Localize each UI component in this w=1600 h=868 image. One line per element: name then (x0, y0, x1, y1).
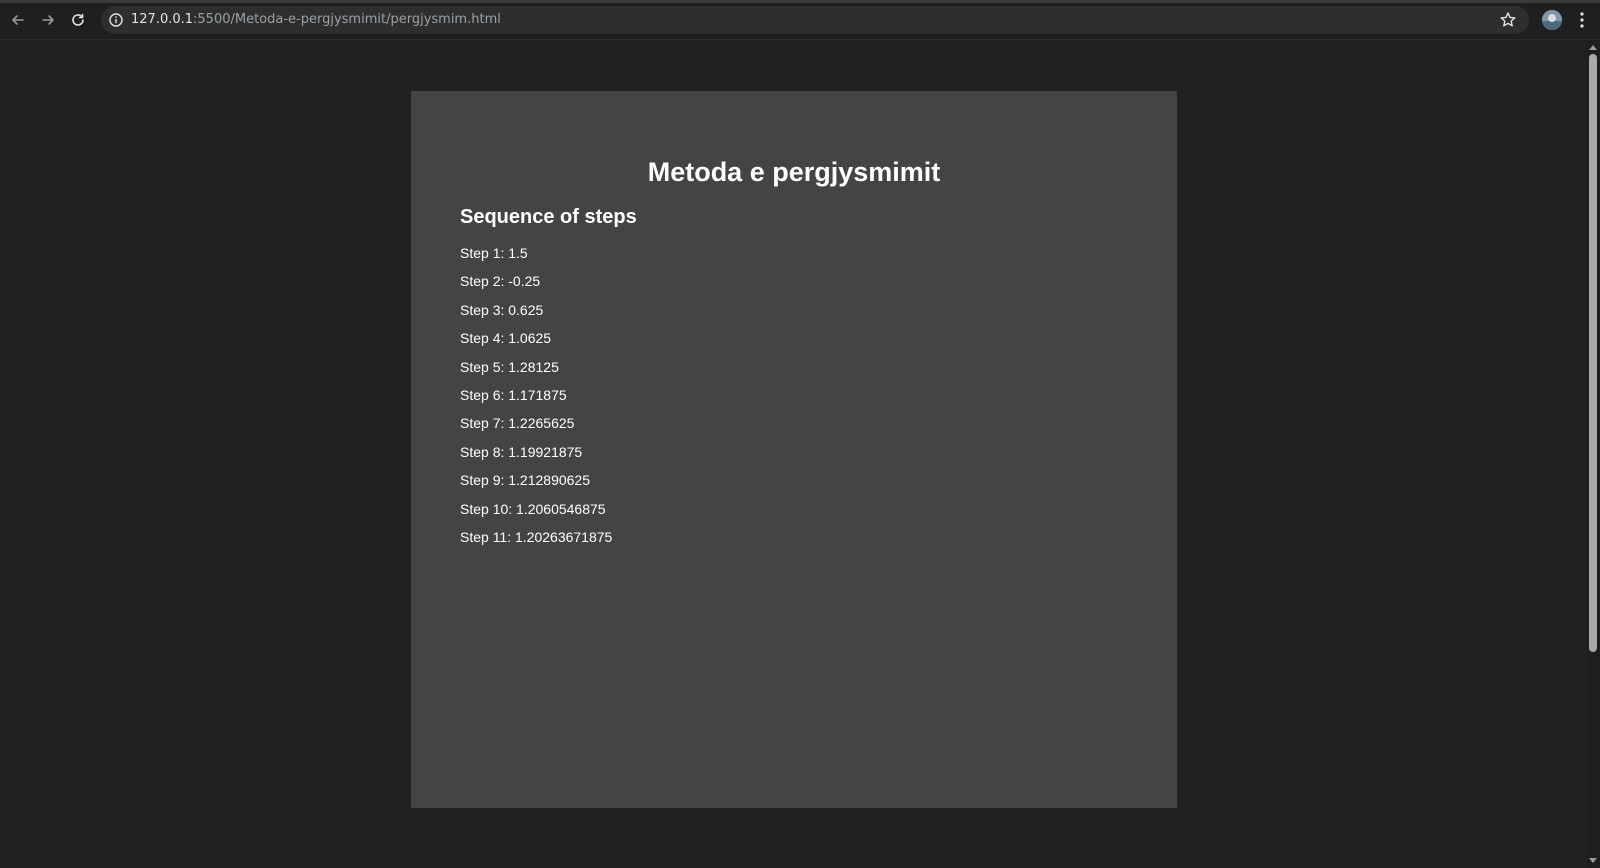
scroll-down-arrow-icon[interactable] (1589, 858, 1597, 863)
step-item: Step 2: -0.25 (460, 273, 541, 290)
info-icon[interactable] (108, 12, 124, 28)
step-item: Step 10: 1.2060546875 (460, 500, 606, 517)
scroll-thumb[interactable] (1589, 54, 1597, 652)
step-item: Step 1: 1.5 (460, 245, 528, 261)
star-icon[interactable] (1499, 11, 1517, 29)
address-bar[interactable]: 127.0.0.1:5500/Metoda-e-pergjysmimit/per… (101, 6, 1529, 34)
arrow-left-icon (12, 15, 24, 25)
step-item: Step 8: 1.19921875 (460, 443, 583, 460)
url-path: :5500/Metoda-e-pergjysmimit/pergjysmim.h… (193, 12, 501, 27)
arrow-right-icon (42, 15, 54, 25)
url-text[interactable]: 127.0.0.1:5500/Metoda-e-pergjysmimit/per… (131, 12, 501, 28)
step-item: Step 3: 0.625 (460, 301, 544, 318)
step-item: Step 4: 1.0625 (460, 330, 552, 347)
tab-strip-edge (0, 0, 1600, 3)
step-item: Step 7: 1.2265625 (460, 415, 575, 432)
vertical-scrollbar[interactable] (1586, 40, 1600, 868)
content-card: Metoda e pergjysmimit Sequence of steps … (411, 91, 1177, 808)
url-host: 127.0.0.1 (131, 12, 194, 27)
avatar[interactable] (1542, 10, 1562, 30)
section-title: Sequence of steps (460, 206, 637, 228)
kebab-menu-icon[interactable] (1574, 10, 1590, 30)
step-item: Step 11: 1.20263671875 (460, 528, 613, 545)
browser-toolbar: 127.0.0.1:5500/Metoda-e-pergjysmimit/per… (0, 0, 1600, 40)
profile-avatar-icon (1542, 10, 1562, 30)
step-item: Step 5: 1.28125 (460, 358, 559, 375)
reload-icon (72, 13, 84, 26)
steps-list: Step 1: 1.5 Step 2: -0.25 Step 3: 0.625 … (460, 245, 612, 557)
reload-button[interactable] (67, 9, 89, 31)
scroll-up-arrow-icon[interactable] (1589, 45, 1597, 50)
step-item: Step 6: 1.171875 (460, 386, 567, 403)
page-title: Metoda e pergjysmimit (647, 157, 941, 187)
forward-button[interactable] (37, 9, 59, 31)
back-button[interactable] (7, 9, 29, 31)
step-item: Step 9: 1.212890625 (460, 472, 591, 489)
